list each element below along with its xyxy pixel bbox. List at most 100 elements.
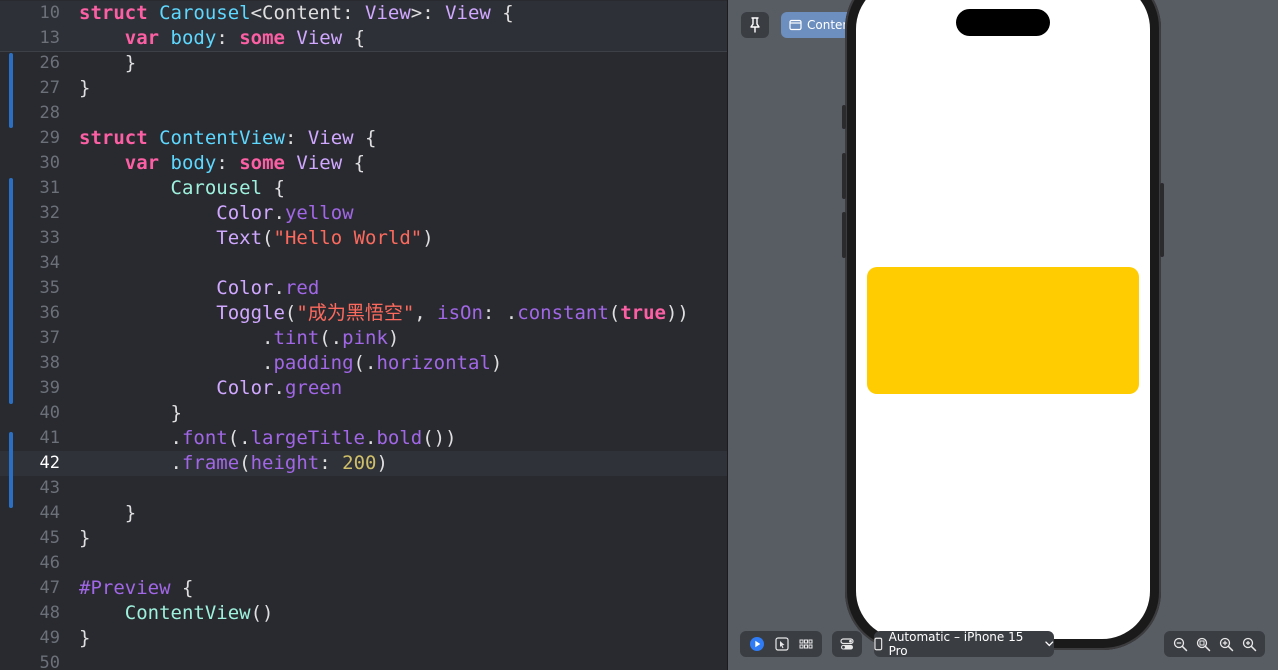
code-editor[interactable]: 10 struct Carousel<Content: View>: View {…: [0, 0, 727, 670]
device-picker[interactable]: Automatic – iPhone 15 Pro: [874, 630, 1054, 658]
zoom-actual-icon[interactable]: [1242, 637, 1257, 652]
device-picker-label: Automatic – iPhone 15 Pro: [888, 630, 1024, 658]
zoom-out-icon[interactable]: [1173, 637, 1188, 652]
code-token: )): [665, 302, 689, 324]
zoom-in-icon[interactable]: [1219, 637, 1234, 652]
code-line[interactable]: 34: [0, 251, 727, 276]
code-line[interactable]: 13 var body: some View {: [0, 26, 727, 52]
code-token: some: [239, 27, 285, 49]
code-line[interactable]: 36 Toggle("成为黑悟空", isOn: .constant(true)…: [0, 301, 727, 326]
line-number: 47: [39, 578, 60, 598]
code-token: }: [79, 77, 91, 99]
code-token: "成为黑悟空": [296, 302, 415, 324]
iphone-icon: [874, 637, 883, 651]
device-screen[interactable]: [856, 0, 1150, 639]
code-token: {: [262, 177, 285, 199]
code-line[interactable]: 48 ContentView(): [0, 601, 727, 626]
line-number: 31: [39, 178, 60, 198]
code-line[interactable]: 29 struct ContentView: View {: [0, 126, 727, 151]
zoom-controls: [1164, 631, 1265, 657]
line-number: 28: [39, 103, 60, 123]
zoom-fit-icon[interactable]: [1196, 637, 1211, 652]
code-text: struct Carousel<Content: View>: View {: [79, 1, 514, 26]
code-text: Text("Hello World"): [79, 226, 433, 251]
code-line[interactable]: 30 var body: some View {: [0, 151, 727, 176]
code-line[interactable]: 40 }: [0, 401, 727, 426]
code-token: Text: [216, 227, 263, 249]
code-token: ,: [414, 302, 438, 324]
change-indicator-bar: [9, 432, 13, 508]
code-token: (: [608, 302, 621, 324]
code-line[interactable]: 32 Color.yellow: [0, 201, 727, 226]
code-line[interactable]: 43: [0, 476, 727, 501]
code-token: true: [620, 302, 666, 324]
code-token: #Preview: [79, 577, 171, 599]
code-token: View: [296, 152, 343, 174]
code-token: :: [319, 452, 343, 474]
code-line[interactable]: 26 }: [0, 51, 727, 76]
code-text: }: [79, 626, 90, 651]
chevron-down-icon: [1045, 641, 1054, 647]
code-token: >:: [410, 2, 446, 24]
code-line[interactable]: 33 Text("Hello World"): [0, 226, 727, 251]
code-text: #Preview {: [79, 576, 193, 601]
line-number: 46: [39, 553, 60, 573]
code-line[interactable]: 41 .font(.largeTitle.bold()): [0, 426, 727, 451]
code-token: .: [273, 277, 285, 299]
code-token: Color: [216, 277, 274, 299]
volume-up-button: [842, 153, 846, 199]
line-number: 35: [39, 278, 60, 298]
line-number: 27: [39, 78, 60, 98]
code-line[interactable]: 47 #Preview {: [0, 576, 727, 601]
line-number: 40: [39, 403, 60, 423]
code-line[interactable]: 45}: [0, 526, 727, 551]
code-token: :: [284, 127, 308, 149]
cursor-select-icon[interactable]: [775, 637, 789, 651]
code-line[interactable]: 44 }: [0, 501, 727, 526]
code-token: Carousel: [159, 2, 251, 24]
code-token: var: [124, 27, 160, 49]
line-number: 45: [39, 528, 60, 548]
preview-mode-controls: [740, 631, 822, 657]
code-line[interactable]: 39 Color.green: [0, 376, 727, 401]
code-line[interactable]: 37 .tint(.pink): [0, 326, 727, 351]
code-token: .: [365, 427, 377, 449]
code-line[interactable]: 27}: [0, 76, 727, 101]
code-token: {: [342, 27, 366, 49]
code-token: (: [284, 302, 297, 324]
pin-preview-button[interactable]: [741, 12, 769, 38]
code-token: var: [124, 152, 160, 174]
code-line[interactable]: 28: [0, 101, 727, 126]
code-line[interactable]: 49}: [0, 626, 727, 651]
code-token: yellow: [284, 202, 354, 224]
preview-settings-button[interactable]: [832, 631, 862, 657]
code-text: Toggle("成为黑悟空", isOn: .constant(true)): [79, 301, 689, 326]
code-line[interactable]: 31 Carousel {: [0, 176, 727, 201]
volume-down-button: [842, 212, 846, 258]
code-token: ): [490, 352, 503, 374]
code-token: height: [250, 452, 320, 474]
change-indicator-bar: [9, 53, 13, 128]
code-line[interactable]: 50: [0, 651, 727, 670]
code-text: struct ContentView: View {: [79, 126, 376, 151]
code-token: .: [79, 427, 182, 449]
line-number: 29: [39, 128, 60, 148]
code-token: }: [79, 627, 91, 649]
line-number: 38: [39, 353, 60, 373]
code-line[interactable]: 35 Color.red: [0, 276, 727, 301]
code-line[interactable]: 38 .padding(.horizontal): [0, 351, 727, 376]
code-text: var body: some View {: [79, 26, 365, 51]
line-number: 32: [39, 203, 60, 223]
code-token: frame: [181, 452, 240, 474]
play-icon[interactable]: [749, 636, 765, 652]
code-line[interactable]: 42 .frame(height: 200): [0, 451, 727, 476]
line-number: 10: [39, 3, 60, 23]
code-token: {: [490, 2, 514, 24]
code-line[interactable]: 46: [0, 551, 727, 576]
code-token: Color: [216, 377, 274, 399]
code-line[interactable]: 10 struct Carousel<Content: View>: View {: [0, 1, 727, 26]
dynamic-island: [956, 9, 1050, 36]
grid-icon[interactable]: [799, 637, 813, 651]
